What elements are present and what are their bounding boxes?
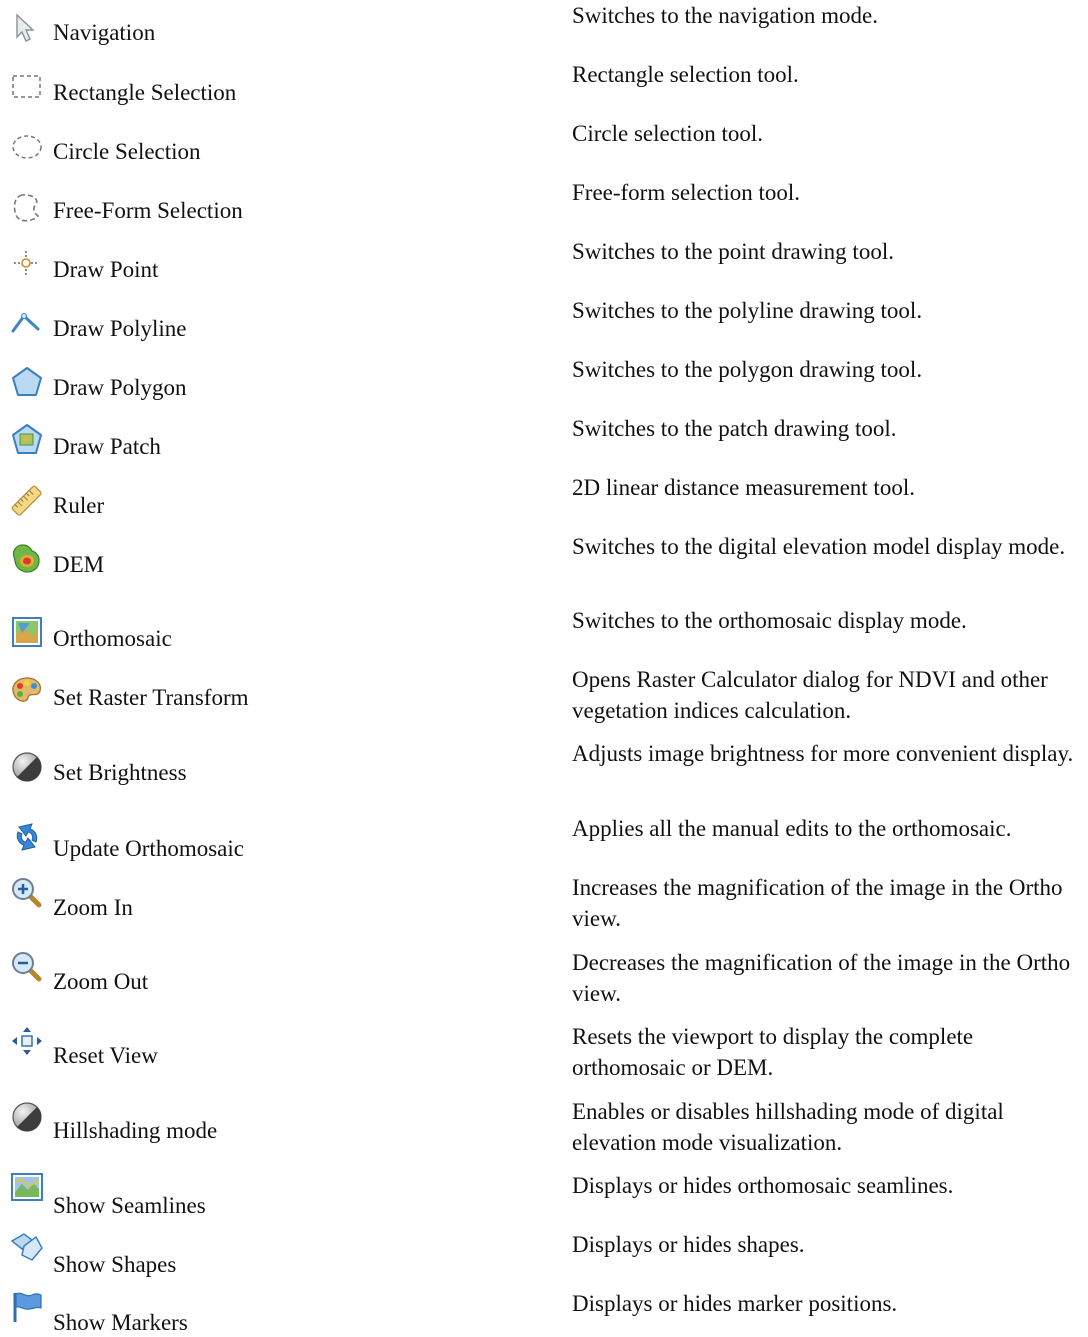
shapes-icon [10, 1231, 44, 1265]
tool-name: Draw Point [53, 257, 159, 282]
tool-name: Ruler [53, 493, 105, 518]
tool-name: Free-Form Selection [53, 198, 243, 223]
tool-description: Adjusts image brightness for more conven… [572, 741, 1074, 766]
reset-view-icon [10, 1025, 44, 1059]
tool-description: Rectangle selection tool. [572, 62, 799, 87]
hillshading-icon [10, 1100, 44, 1134]
tool-description: Free-form selection tool. [572, 180, 801, 205]
draw-polyline-icon [10, 307, 44, 341]
tool-name: Reset View [53, 1043, 158, 1068]
tool-name: Set Raster Transform [53, 685, 249, 710]
tool-description: Switches to the point drawing tool. [572, 239, 894, 264]
tool-name: Show Seamlines [53, 1193, 206, 1218]
dem-icon [10, 541, 44, 575]
circle-selection-icon [10, 130, 44, 164]
draw-patch-icon [10, 423, 44, 457]
tool-description: Opens Raster Calculator dialog for NDVI … [572, 667, 1048, 723]
tool-description: Resets the viewport to display the compl… [572, 1024, 974, 1080]
tool-name: Set Brightness [53, 760, 187, 785]
tool-name: Navigation [53, 20, 156, 45]
free-form-selection-icon [10, 191, 44, 225]
palette-icon [10, 674, 44, 708]
rectangle-selection-icon [10, 70, 44, 104]
tool-description: Switches to the polyline drawing tool. [572, 298, 923, 323]
tool-description: Displays or hides marker positions. [572, 1291, 898, 1316]
tool-name: Draw Patch [53, 434, 161, 459]
update-icon [10, 820, 44, 854]
tool-description: Increases the magnification of the image… [572, 875, 1063, 931]
tool-description: Circle selection tool. [572, 121, 763, 146]
tool-description: Enables or disables hillshading mode of … [572, 1099, 1004, 1155]
tool-name: Orthomosaic [53, 626, 172, 651]
brightness-icon [10, 750, 44, 784]
cursor-arrow-icon [10, 12, 44, 46]
tool-name: Draw Polyline [53, 316, 187, 341]
tool-name: Rectangle Selection [53, 80, 237, 105]
tool-name: Update Orthomosaic [53, 836, 244, 861]
tool-description: 2D linear distance measurement tool. [572, 475, 915, 500]
tool-name: Show Shapes [53, 1252, 177, 1277]
orthomosaic-icon [10, 615, 44, 649]
tool-name: Draw Polygon [53, 375, 187, 400]
tool-name: DEM [53, 552, 105, 577]
tool-description: Switches to the navigation mode. [572, 3, 878, 28]
tool-name: Zoom Out [53, 969, 149, 994]
zoom-in-icon [10, 876, 44, 910]
seamlines-icon [10, 1170, 44, 1204]
markers-icon [10, 1290, 44, 1324]
tool-name: Circle Selection [53, 139, 201, 164]
tool-name: Show Markers [53, 1310, 188, 1335]
zoom-out-icon [10, 950, 44, 984]
draw-polygon-icon [10, 365, 44, 399]
ruler-icon [10, 484, 44, 518]
tool-description: Switches to the orthomosaic display mode… [572, 608, 967, 633]
tool-description: Displays or hides orthomosaic seamlines. [572, 1173, 954, 1198]
tool-name: Zoom In [53, 895, 133, 920]
tool-description: Decreases the magnification of the image… [572, 950, 1071, 1006]
tool-description: Switches to the patch drawing tool. [572, 416, 897, 441]
tool-description: Switches to the polygon drawing tool. [572, 357, 923, 382]
tool-description: Applies all the manual edits to the orth… [572, 816, 1012, 841]
tool-description: Switches to the digital elevation model … [572, 534, 1066, 559]
draw-point-icon [10, 249, 44, 283]
tool-description: Displays or hides shapes. [572, 1232, 805, 1257]
tool-name: Hillshading mode [53, 1118, 218, 1143]
